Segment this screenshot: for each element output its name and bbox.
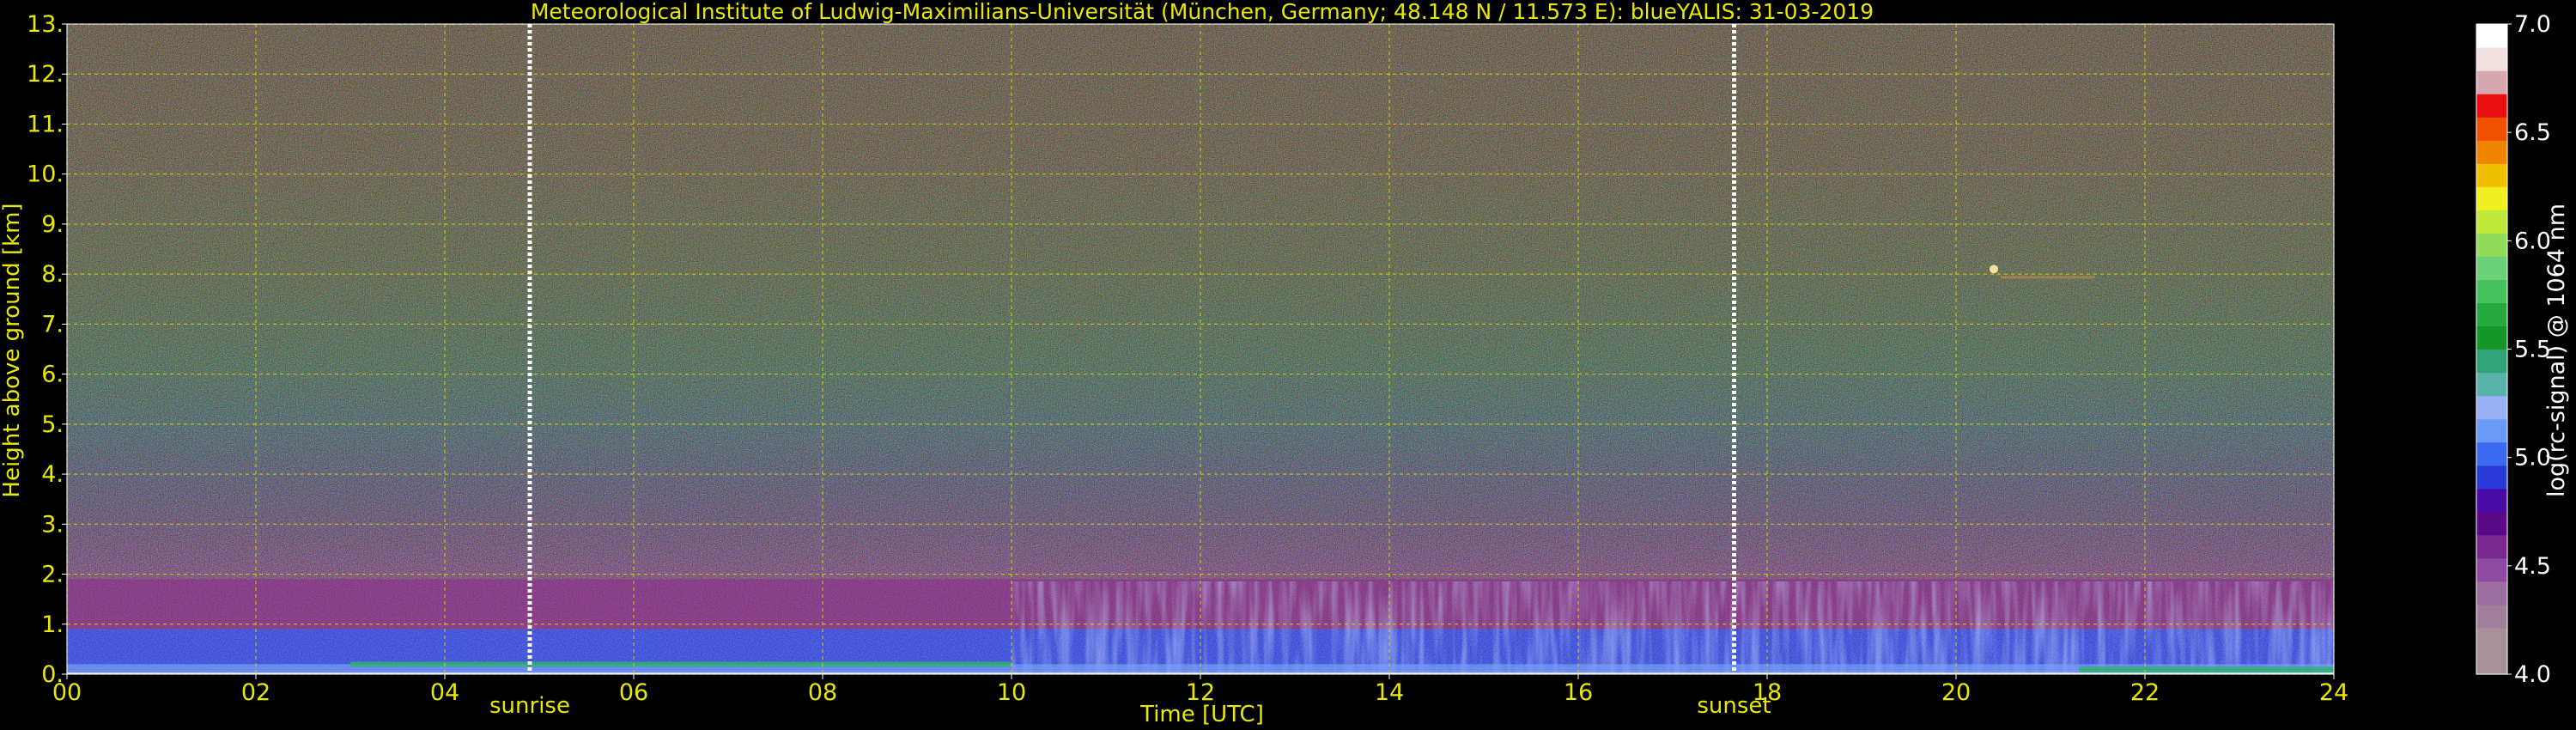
x-tick-label: 24 [2319, 679, 2348, 706]
colorbar-segment [2476, 441, 2507, 466]
colorbar-segment [2476, 557, 2507, 582]
colorbar-segment [2476, 210, 2507, 234]
x-tick-label: 16 [1564, 679, 1593, 706]
y-tick-label: 11. [27, 111, 64, 137]
x-axis-label: Time [UTC] [1139, 702, 1264, 727]
colorbar-segment [2476, 256, 2507, 280]
x-tick-label: 10 [997, 679, 1026, 706]
colorbar-segment [2476, 163, 2507, 187]
colorbar-segment [2476, 325, 2507, 350]
colorbar: 4.04.55.05.56.06.57.0 [2476, 11, 2551, 688]
colorbar-segment [2476, 372, 2507, 397]
y-tick-label: 6. [41, 362, 64, 388]
colorbar-segment [2476, 581, 2507, 605]
colorbar-segment [2476, 70, 2507, 94]
y-axis-label: Height above ground [km] [0, 203, 25, 497]
y-tick-label: 1. [41, 611, 64, 638]
cloud-feature [1990, 265, 1998, 274]
colorbar-segment [2476, 47, 2507, 71]
colorbar-segment [2476, 418, 2507, 443]
colorbar-segment [2476, 488, 2507, 513]
colorbar-segment [2476, 140, 2507, 164]
colorbar-segment [2476, 627, 2507, 652]
y-tick-label: 5. [41, 411, 64, 438]
aerosol-thin-layer-late [2079, 666, 2334, 673]
y-tick-label: 7. [41, 311, 64, 338]
x-tick-label: 04 [430, 679, 459, 706]
x-tick-label: 08 [808, 679, 837, 706]
colorbar-segment [2476, 604, 2507, 629]
y-tick-label: 0. [41, 661, 64, 688]
sunrise-label: sunrise [489, 693, 570, 719]
colorbar-segment [2476, 650, 2507, 675]
colorbar-segment [2476, 233, 2507, 257]
x-tick-label: 14 [1375, 679, 1404, 706]
colorbar-tick-label: 7.0 [2514, 11, 2551, 38]
colorbar-segment [2476, 395, 2507, 420]
y-tick-label: 10. [27, 161, 64, 188]
colorbar-segment [2476, 186, 2507, 210]
y-tick-label: 8. [41, 261, 64, 288]
colorbar-segment [2476, 279, 2507, 304]
convective-plumes [1012, 581, 2334, 674]
y-tick-label: 3. [41, 511, 64, 538]
colorbar-segment [2476, 302, 2507, 327]
colorbar-tick-label: 6.5 [2514, 119, 2551, 146]
colorbar-segment [2476, 534, 2507, 559]
colorbar-tick-label: 4.0 [2514, 661, 2551, 688]
colorbar-tick-label: 4.5 [2514, 553, 2551, 580]
x-tick-label: 02 [241, 679, 270, 706]
colorbar-segment [2476, 465, 2507, 490]
colorbar-segment [2476, 24, 2507, 48]
x-tick-label: 18 [1753, 679, 1782, 706]
x-tick-label: 22 [2130, 679, 2160, 706]
aerosol-thin-layer [350, 661, 1012, 667]
lidar-figure: sunrise sunset 00 02 04 06 08 10 12 14 16 18 20 22 24… [0, 0, 2570, 727]
cloud-feature-trail [2001, 276, 2095, 279]
colorbar-segment [2476, 117, 2507, 141]
colorbar-label: log(rc-signal) @ 1064 nm [2543, 204, 2570, 497]
colorbar-segment [2476, 511, 2507, 536]
colorbar-segment [2476, 349, 2507, 374]
y-tick-label: 12. [27, 61, 64, 88]
x-tick-label: 20 [1941, 679, 1971, 706]
y-tick-label: 4. [41, 461, 64, 488]
y-tick-label: 2. [41, 562, 64, 588]
y-tick-label: 9. [41, 211, 64, 238]
colorbar-segment [2476, 94, 2507, 118]
x-tick-label: 06 [619, 679, 648, 706]
y-tick-label: 13. [27, 11, 64, 38]
chart-title: Meteorological Institute of Ludwig-Maxim… [531, 0, 1874, 24]
